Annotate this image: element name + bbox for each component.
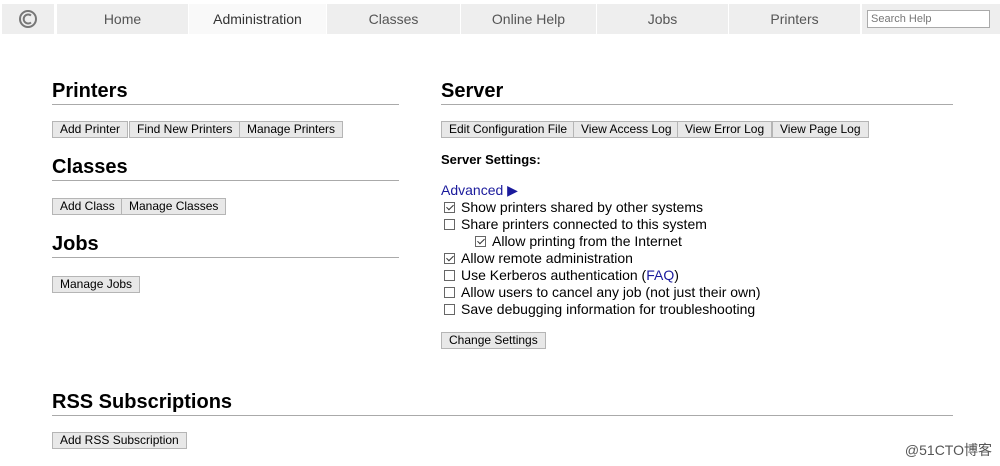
add-rss-subscription-button[interactable]: Add RSS Subscription (52, 432, 187, 449)
option-label: Allow remote administration (461, 250, 633, 266)
advanced-link[interactable]: Advanced ▶ (441, 182, 518, 199)
option-label-suffix: ) (674, 267, 679, 283)
tab-printers[interactable]: Printers (728, 4, 860, 34)
search-input[interactable] (867, 10, 990, 28)
faq-link[interactable]: FAQ (646, 267, 674, 283)
view-error-log-button[interactable]: View Error Log (677, 121, 773, 138)
add-class-button[interactable]: Add Class (52, 198, 123, 215)
option-show-shared-printers: Show printers shared by other systems (444, 199, 703, 215)
cups-logo-icon (19, 10, 37, 28)
option-share-printers: Share printers connected to this system (444, 216, 707, 232)
option-allow-internet-printing: Allow printing from the Internet (475, 233, 682, 249)
checkbox[interactable] (444, 202, 455, 213)
server-settings-label: Server Settings: (441, 152, 541, 167)
add-printer-button[interactable]: Add Printer (52, 121, 129, 138)
jobs-heading: Jobs (52, 232, 399, 258)
checkbox[interactable] (444, 287, 455, 298)
option-label: Use Kerberos authentication ( (461, 267, 647, 283)
tab-administration[interactable]: Administration (188, 4, 326, 34)
rss-subscriptions-heading: RSS Subscriptions (52, 390, 953, 416)
tab-jobs[interactable]: Jobs (596, 4, 728, 34)
top-nav: Home Administration Classes Online Help … (0, 4, 1000, 34)
checkbox[interactable] (444, 219, 455, 230)
search-box (862, 4, 1000, 34)
option-label: Show printers shared by other systems (461, 199, 703, 215)
option-label: Share printers connected to this system (461, 216, 707, 232)
printers-heading: Printers (52, 79, 399, 105)
option-remote-admin: Allow remote administration (444, 250, 633, 266)
checkbox[interactable] (444, 253, 455, 264)
server-heading: Server (441, 79, 953, 105)
checkbox[interactable] (444, 270, 455, 281)
classes-heading: Classes (52, 155, 399, 181)
option-label: Save debugging information for troublesh… (461, 301, 756, 317)
logo[interactable] (2, 4, 54, 34)
manage-printers-button[interactable]: Manage Printers (239, 121, 344, 138)
checkbox[interactable] (444, 304, 455, 315)
option-label: Allow printing from the Internet (492, 233, 682, 249)
option-cancel-any-job: Allow users to cancel any job (not just … (444, 284, 761, 300)
edit-configuration-file-button[interactable]: Edit Configuration File (441, 121, 576, 138)
change-settings-button[interactable]: Change Settings (441, 332, 546, 349)
tab-online-help[interactable]: Online Help (460, 4, 596, 34)
tab-home[interactable]: Home (56, 4, 188, 34)
watermark: @51CTO博客 (904, 442, 992, 458)
option-kerberos: Use Kerberos authentication (FAQ) (444, 267, 679, 283)
view-page-log-button[interactable]: View Page Log (772, 121, 869, 138)
view-access-log-button[interactable]: View Access Log (573, 121, 680, 138)
manage-classes-button[interactable]: Manage Classes (121, 198, 227, 215)
option-debug-logging: Save debugging information for troublesh… (444, 301, 755, 317)
find-new-printers-button[interactable]: Find New Printers (129, 121, 241, 138)
checkbox[interactable] (475, 236, 486, 247)
tab-classes[interactable]: Classes (326, 4, 460, 34)
manage-jobs-button[interactable]: Manage Jobs (52, 276, 141, 293)
option-label: Allow users to cancel any job (not just … (461, 284, 761, 300)
